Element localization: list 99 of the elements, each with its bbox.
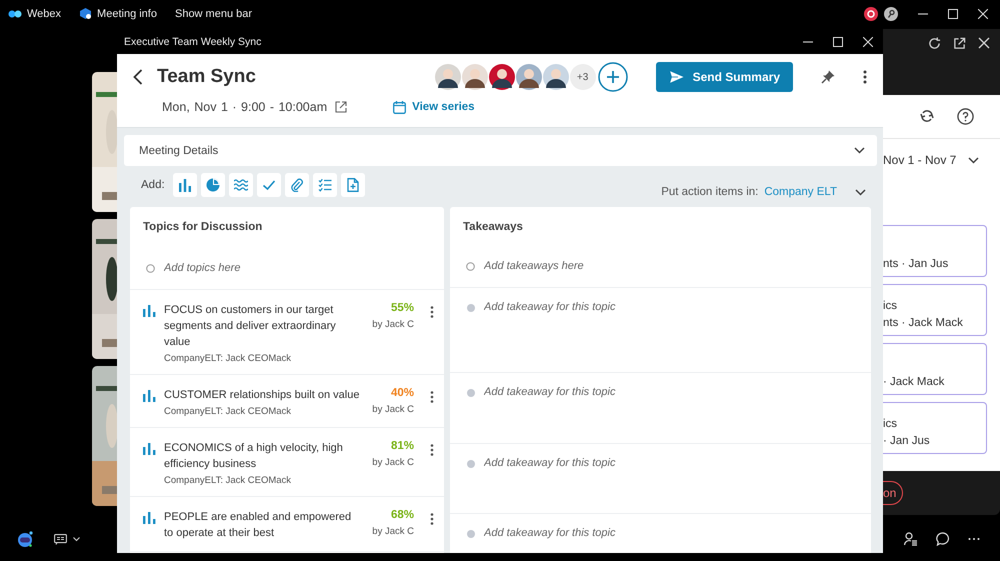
avatar[interactable] <box>542 64 569 90</box>
more-icon[interactable] <box>863 70 867 84</box>
add-attendee-icon[interactable] <box>598 62 628 92</box>
calendar-icon <box>393 100 406 114</box>
more-icon[interactable] <box>430 391 434 403</box>
topic-title[interactable]: CUSTOMER relationships built on value <box>164 387 362 403</box>
sync-icon[interactable] <box>919 108 935 124</box>
card-meta: nts · Jack Mack <box>883 317 964 329</box>
more-icon[interactable] <box>430 513 434 525</box>
avatar[interactable] <box>434 64 461 90</box>
info-shield-icon <box>79 7 92 20</box>
poll-icon[interactable] <box>143 305 156 317</box>
topic-owner: CompanyELT: Jack CEOMack <box>164 475 292 486</box>
add-waves-button[interactable] <box>228 173 253 197</box>
add-label: Add: <box>141 179 165 191</box>
webex-logo-icon <box>8 8 22 18</box>
paperclip-icon <box>290 178 304 192</box>
add-pie-button[interactable] <box>200 173 225 197</box>
poll-icon[interactable] <box>143 443 156 455</box>
assistant-icon[interactable] <box>16 530 34 548</box>
percent-value: 81% <box>390 440 414 452</box>
close-icon[interactable] <box>978 8 988 18</box>
topic-title[interactable]: PEOPLE are enabled and empowered to operate at their best <box>164 509 362 541</box>
topic-owner: CompanyELT: Jack CEOMack <box>164 406 292 417</box>
topic-title[interactable]: FOCUS on customers in our target segments and deliver extraordinary value <box>164 302 362 350</box>
bullet-icon <box>467 530 475 538</box>
captions-icon[interactable] <box>54 534 67 544</box>
circle-icon <box>146 264 155 272</box>
external-link-icon[interactable] <box>335 101 348 113</box>
bullet-icon <box>467 460 475 468</box>
close-icon[interactable] <box>863 36 873 46</box>
pie-chart-icon <box>206 178 220 192</box>
participants-icon[interactable] <box>904 532 918 546</box>
add-bars-button[interactable] <box>172 173 197 197</box>
author: by Jack C <box>372 526 414 537</box>
file-plus-icon <box>346 178 360 192</box>
extra-attendees-count[interactable]: +3 <box>570 64 596 90</box>
checklist-icon <box>318 178 332 192</box>
pin-icon[interactable] <box>821 70 835 84</box>
back-icon[interactable] <box>133 69 143 85</box>
bullet-icon <box>467 388 475 397</box>
column-heading: Topics for Discussion <box>142 220 264 235</box>
waves-icon <box>234 178 248 192</box>
percent-value: 55% <box>390 302 414 314</box>
meeting-title: Team Sync <box>157 66 256 88</box>
refresh-icon[interactable] <box>928 36 941 50</box>
avatar[interactable] <box>462 64 488 90</box>
avatar[interactable] <box>516 64 542 90</box>
window-title: Executive Team Weekly Sync <box>124 36 262 48</box>
action-items-label: Put action items in: <box>661 186 758 198</box>
bar-chart-icon <box>178 178 192 192</box>
author: by Jack C <box>372 404 414 415</box>
card-meta: nts · Jan Jus <box>883 258 950 270</box>
pop-out-icon[interactable] <box>953 36 966 50</box>
date-range: Nov 1 - Nov 7 <box>883 153 956 167</box>
send-summary-button[interactable]: Send Summary <box>656 62 793 92</box>
key-icon[interactable] <box>884 6 898 20</box>
help-icon[interactable] <box>957 108 974 125</box>
more-icon[interactable] <box>430 444 434 456</box>
view-series-link[interactable]: View series <box>393 100 475 114</box>
meeting-details-bar[interactable]: Meeting Details <box>124 135 877 166</box>
author: by Jack C <box>372 319 414 330</box>
chevron-down-icon[interactable] <box>854 147 865 154</box>
app-name: Webex <box>27 8 62 20</box>
meeting-info-button[interactable]: Meeting info <box>79 7 157 20</box>
maximize-icon[interactable] <box>833 36 843 46</box>
card-meta: · Jan Jus <box>883 435 931 447</box>
poll-icon[interactable] <box>143 390 156 402</box>
chevron-down-icon[interactable] <box>968 156 980 164</box>
send-icon <box>668 70 685 84</box>
add-check-button[interactable] <box>256 173 281 197</box>
chat-icon[interactable] <box>936 532 950 546</box>
card-title: ics <box>883 418 898 430</box>
maximize-icon[interactable] <box>948 8 958 18</box>
checkmark-icon <box>262 178 276 192</box>
column-heading: Takeaways <box>462 220 524 235</box>
show-menu-bar-button[interactable]: Show menu bar <box>174 8 252 20</box>
add-clip-button[interactable] <box>284 173 309 197</box>
topic-title[interactable]: ECONOMICS of a high velocity, high efficiency business <box>164 440 362 472</box>
poll-icon[interactable] <box>143 512 156 524</box>
avatar[interactable] <box>488 64 515 90</box>
section-title: Meeting Details <box>139 144 218 156</box>
meeting-time: Mon, Nov 1 · 9:00 - 10:00am <box>162 100 328 114</box>
add-checklist-button[interactable] <box>312 173 337 197</box>
chevron-down-icon[interactable] <box>855 188 866 196</box>
percent-value: 68% <box>390 509 414 521</box>
topic-owner: CompanyELT: Jack CEOMack <box>164 353 292 364</box>
percent-value: 40% <box>390 387 414 399</box>
record-icon[interactable] <box>864 6 878 20</box>
circle-icon <box>466 262 475 271</box>
more-icon[interactable] <box>430 306 434 318</box>
caret-icon[interactable] <box>73 536 80 542</box>
author: by Jack C <box>372 457 414 468</box>
add-file-button[interactable] <box>340 173 365 197</box>
card-meta: · Jack Mack <box>883 376 946 388</box>
card-title: ics <box>883 300 898 312</box>
more-icon[interactable] <box>968 537 980 541</box>
close-icon[interactable] <box>978 37 990 49</box>
bullet-icon <box>467 304 475 312</box>
